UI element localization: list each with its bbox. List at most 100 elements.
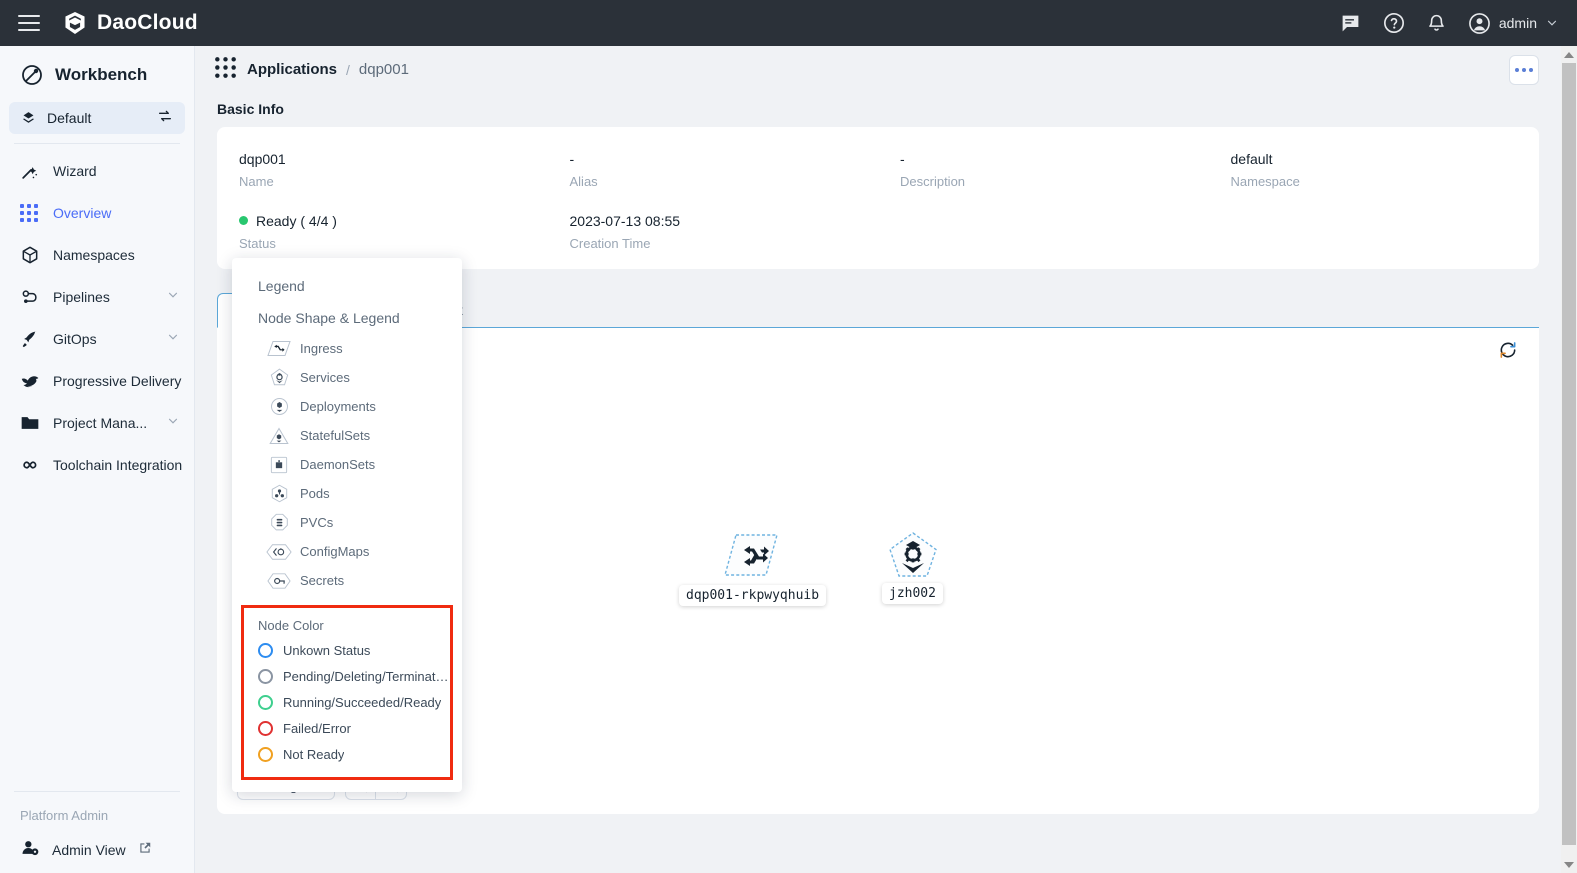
status-text: Ready ( 4/4 ) <box>256 213 337 229</box>
breadcrumb-separator: / <box>346 62 350 78</box>
field-label: Alias <box>570 174 879 189</box>
color-row-label: Not Ready <box>283 747 344 762</box>
sidebar-item-project-management[interactable]: Project Mana... <box>0 402 194 444</box>
sidebar-item-wizard[interactable]: Wizard <box>0 150 194 192</box>
hamburger-icon[interactable] <box>18 15 40 31</box>
switch-workspace-icon[interactable] <box>157 108 173 129</box>
user-name: admin <box>1499 15 1537 31</box>
platform-admin-label: Platform Admin <box>0 792 194 827</box>
sidebar-item-namespaces[interactable]: Namespaces <box>0 234 194 276</box>
field-value: dqp001 <box>239 149 548 168</box>
infinity-icon <box>20 454 42 476</box>
brand-name: DaoCloud <box>97 11 198 35</box>
refresh-icon[interactable] <box>1495 337 1521 363</box>
legend-row-label: PVCs <box>300 515 333 530</box>
legend-popup: Legend Node Shape & Legend Ingress Servi… <box>232 258 462 792</box>
basic-info-grid: dqp001 Name - Alias - Description defaul… <box>217 149 1539 251</box>
field-creation-time: 2023-07-13 08:55 Creation Time <box>548 211 879 251</box>
legend-row-pods: Pods <box>232 479 462 508</box>
workspace-selector[interactable]: Default <box>9 102 185 134</box>
grid-icon <box>20 204 42 222</box>
topology-node-service[interactable]: jzh002 <box>887 530 939 585</box>
services-shape-icon <box>264 368 294 387</box>
breadcrumb-current: dqp001 <box>359 61 409 78</box>
field-namespace: default Namespace <box>1209 149 1540 189</box>
field-description: - Description <box>878 149 1209 189</box>
sidebar-item-label: Toolchain Integration <box>53 457 182 473</box>
basic-info-card: dqp001 Name - Alias - Description defaul… <box>217 127 1539 269</box>
field-label: Namespace <box>1231 174 1540 189</box>
sidebar-item-label: Wizard <box>53 163 97 179</box>
sidebar-item-toolchain-integration[interactable]: Toolchain Integration <box>0 444 194 486</box>
help-icon[interactable] <box>1382 11 1406 35</box>
sidebar-item-progressive-delivery[interactable]: Progressive Delivery <box>0 360 194 402</box>
breadcrumb-root[interactable]: Applications <box>247 61 337 78</box>
chevron-down-icon <box>1545 16 1559 30</box>
bell-icon[interactable] <box>1425 11 1449 35</box>
chat-icon[interactable] <box>1339 11 1363 35</box>
node-color-section: Node Color Unkown Status Pending/Deletin… <box>241 605 453 780</box>
color-row-label: Running/Succeeded/Ready <box>283 695 441 710</box>
field-value: 2023-07-13 08:55 <box>570 211 879 230</box>
topology-node-ingress[interactable]: dqp001-rkpwyqhuib <box>722 532 780 583</box>
status-ring-icon <box>258 695 273 710</box>
workspace-label: Default <box>47 110 91 126</box>
cube-icon <box>20 245 42 265</box>
field-alias: - Alias <box>548 149 879 189</box>
field-value: - <box>900 149 1209 168</box>
color-row-running: Running/Succeeded/Ready <box>244 689 450 715</box>
status-ring-icon <box>258 747 273 762</box>
more-actions-button[interactable] <box>1509 55 1539 85</box>
pipeline-icon <box>20 287 42 307</box>
brand-logo[interactable]: DaoCloud <box>62 10 198 36</box>
sidebar-item-pipelines[interactable]: Pipelines <box>0 276 194 318</box>
daemonsets-shape-icon <box>264 456 294 474</box>
legend-row-label: Ingress <box>300 341 343 356</box>
sidebar-item-label: Namespaces <box>53 247 135 263</box>
external-link-icon <box>138 841 152 860</box>
scroll-up-arrow-icon[interactable] <box>1561 46 1577 63</box>
status-ring-icon <box>258 721 273 736</box>
bird-icon <box>20 371 42 392</box>
statefulsets-shape-icon <box>264 427 294 445</box>
workbench-icon <box>20 63 44 87</box>
workbench-header: Workbench <box>0 46 194 102</box>
scroll-down-arrow-icon[interactable] <box>1561 856 1577 873</box>
avatar <box>1468 12 1491 35</box>
page-scrollbar[interactable] <box>1561 46 1577 873</box>
legend-row-ingress: Ingress <box>232 334 462 363</box>
legend-row-daemonsets: DaemonSets <box>232 450 462 479</box>
field-label: Status <box>239 236 548 251</box>
apps-grid-icon[interactable] <box>215 57 236 83</box>
sidebar-item-label: Progressive Delivery <box>53 373 181 389</box>
admin-user-icon <box>20 838 40 863</box>
chevron-down-icon[interactable] <box>166 288 180 307</box>
user-menu[interactable]: admin <box>1468 12 1559 35</box>
pvcs-shape-icon <box>264 513 294 532</box>
color-row-failed: Failed/Error <box>244 715 450 741</box>
sidebar-item-label: GitOps <box>53 331 97 347</box>
sidebar-item-gitops[interactable]: GitOps <box>0 318 194 360</box>
breadcrumb-bar: Applications / dqp001 <box>195 46 1561 93</box>
folder-icon <box>20 413 42 433</box>
basic-info-title: Basic Info <box>195 93 1561 127</box>
ingress-shape-icon <box>264 340 294 357</box>
topology-node-label: jzh002 <box>882 583 943 604</box>
sidebar-item-admin-view[interactable]: Admin View <box>0 827 194 873</box>
legend-row-services: Services <box>232 363 462 392</box>
status-ring-icon <box>258 643 273 658</box>
sidebar-footer: Platform Admin Admin View <box>0 791 194 873</box>
chevron-down-icon[interactable] <box>166 414 180 433</box>
legend-row-statefulsets: StatefulSets <box>232 421 462 450</box>
legend-row-label: ConfigMaps <box>300 544 369 559</box>
sidebar-item-label: Project Mana... <box>53 415 147 431</box>
field-label: Name <box>239 174 548 189</box>
deployments-shape-icon <box>264 397 294 416</box>
sidebar-nav: Wizard Overview Namespaces Pipelines Git… <box>0 144 194 486</box>
sidebar-item-overview[interactable]: Overview <box>0 192 194 234</box>
workbench-label: Workbench <box>55 65 147 85</box>
scrollbar-thumb[interactable] <box>1562 63 1576 845</box>
legend-shape-section-title: Node Shape & Legend <box>232 294 462 334</box>
legend-row-deployments: Deployments <box>232 392 462 421</box>
chevron-down-icon[interactable] <box>166 330 180 349</box>
